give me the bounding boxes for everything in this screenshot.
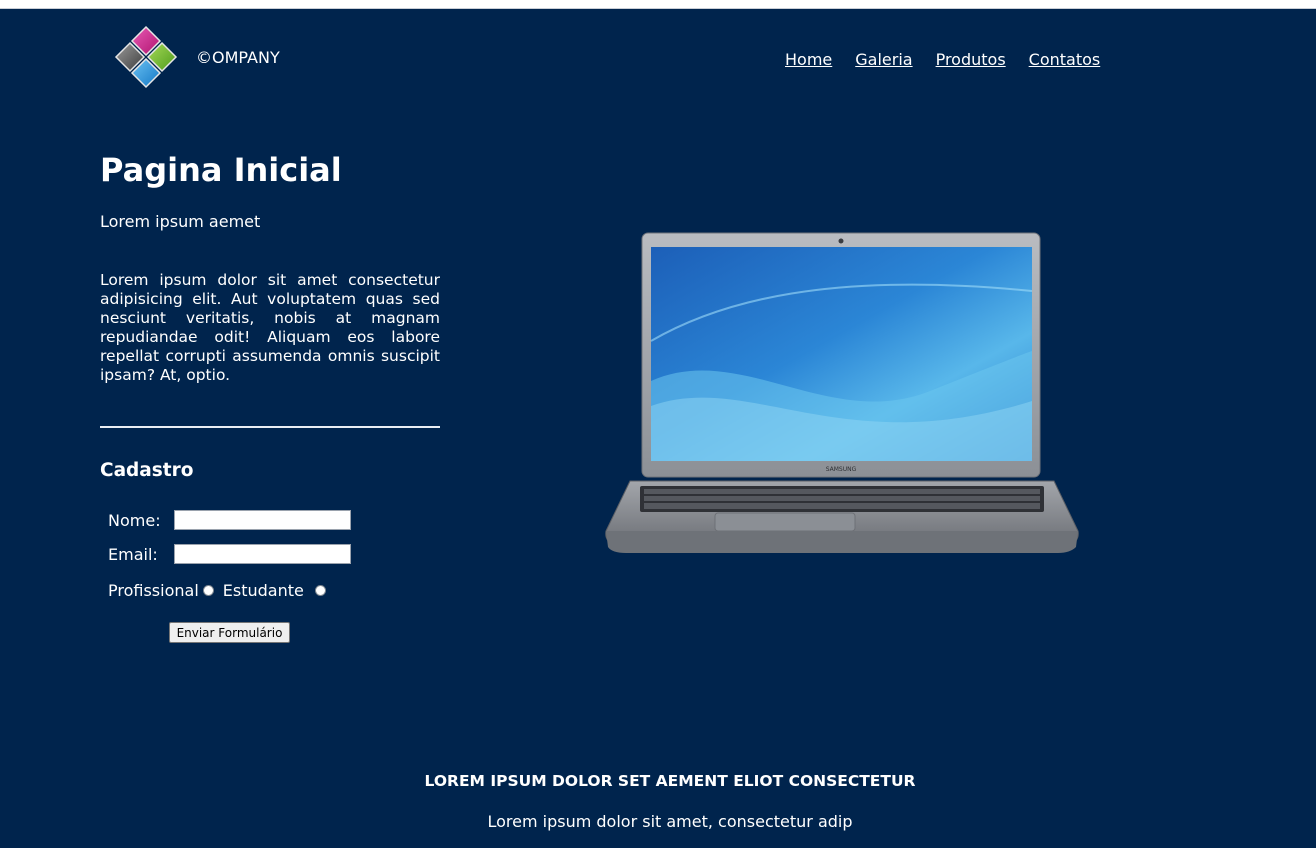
estudante-label: Estudante (222, 581, 304, 600)
footer-title: LOREM IPSUM DOLOR SET AEMENT ELIOT CONSE… (424, 772, 916, 790)
profissional-label: Profissional (108, 581, 199, 600)
intro-paragraph: Lorem ipsum dolor sit amet consectetur a… (100, 271, 440, 384)
company-logo-icon (114, 25, 178, 89)
nome-label: Nome: (108, 510, 161, 530)
laptop-image: SAMSUNG (605, 232, 1079, 553)
nav-home-link[interactable]: Home (785, 50, 832, 69)
page-subtitle: Lorem ipsum aemet (100, 212, 261, 231)
email-label: Email: (108, 544, 158, 564)
footer-text: Lorem ipsum dolor sit amet, consectetur … (487, 812, 853, 831)
nav-produtos-link[interactable]: Produtos (936, 50, 1006, 69)
submit-button[interactable]: Enviar Formulário (169, 622, 290, 643)
page-title: Pagina Inicial (100, 151, 342, 189)
nav-galeria-link[interactable]: Galeria (855, 50, 912, 69)
email-input[interactable] (174, 544, 351, 564)
page-body: ©OMPANY Home Galeria Produtos Contatos P… (0, 8, 1316, 848)
email-row: Email: (108, 544, 351, 564)
form-title: Cadastro (100, 460, 194, 481)
section-divider (100, 426, 440, 428)
main-nav: Home Galeria Produtos Contatos (785, 50, 1123, 69)
nome-input[interactable] (174, 510, 351, 530)
occupation-radio-group: Profissional Estudante (108, 581, 326, 600)
nome-row: Nome: (108, 510, 351, 530)
profissional-radio[interactable] (202, 585, 214, 596)
company-name: ©OMPANY (196, 48, 280, 67)
estudante-radio[interactable] (314, 585, 326, 596)
nav-contatos-link[interactable]: Contatos (1029, 50, 1101, 69)
laptop-brand-label: SAMSUNG (826, 466, 857, 473)
